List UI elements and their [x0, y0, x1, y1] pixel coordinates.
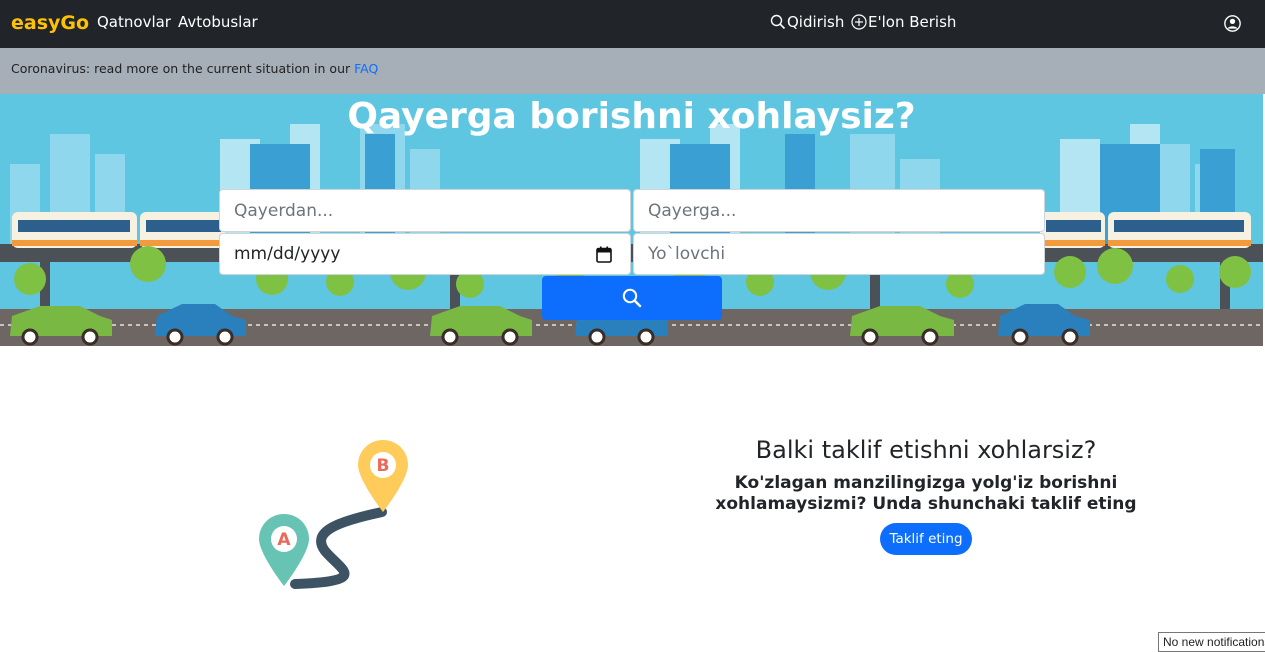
route-illustration: B A: [259, 440, 408, 589]
alert-text: Coronavirus: read more on the current si…: [11, 61, 378, 76]
nav-link-qatnovlar[interactable]: Qatnovlar: [97, 13, 171, 31]
brand-logo[interactable]: easyGo: [11, 12, 89, 34]
notification-tooltip: No new notifications: [1158, 632, 1265, 652]
nav-link-avtobuslar[interactable]: Avtobuslar: [178, 13, 258, 31]
from-input[interactable]: Qayerdan...: [219, 189, 631, 232]
user-circle-icon[interactable]: [1224, 15, 1241, 32]
alert-message: Coronavirus: read more on the current si…: [11, 61, 355, 76]
to-input[interactable]: Qayerga...: [633, 189, 1045, 232]
calendar-icon[interactable]: [596, 246, 612, 263]
promo-title: Balki taklif etishni xohlarsiz?: [755, 436, 1097, 464]
nav-post-label: E'lon Berish: [868, 13, 957, 31]
nav-search-link[interactable]: Qidirish: [770, 13, 844, 31]
marker-a-label: A: [277, 530, 291, 550]
hero-title: Qayerga borishni xohlaysiz?: [347, 96, 916, 137]
search-icon: [622, 288, 642, 308]
navbar: easyGo Qatnovlar Avtobuslar Qidirish E'l…: [0, 0, 1265, 48]
nav-search-label: Qidirish: [787, 13, 845, 31]
search-icon: [770, 14, 786, 30]
offer-button[interactable]: Taklif eting: [880, 523, 972, 555]
search-button[interactable]: [542, 276, 722, 320]
plus-circle-icon: [851, 14, 867, 30]
marker-b-label: B: [377, 456, 390, 476]
passenger-input[interactable]: Yo`lovchi: [633, 233, 1045, 275]
nav-post-link[interactable]: E'lon Berish: [851, 13, 956, 31]
alert-banner: Coronavirus: read more on the current si…: [0, 48, 1265, 94]
promo-subtitle: Ko'zlagan manzilingizga yolg'iz borishni…: [715, 473, 1137, 514]
faq-link[interactable]: FAQ: [354, 61, 378, 76]
date-input[interactable]: mm/dd/yyyy: [219, 233, 631, 275]
date-value: mm/dd/yyyy: [234, 244, 341, 264]
